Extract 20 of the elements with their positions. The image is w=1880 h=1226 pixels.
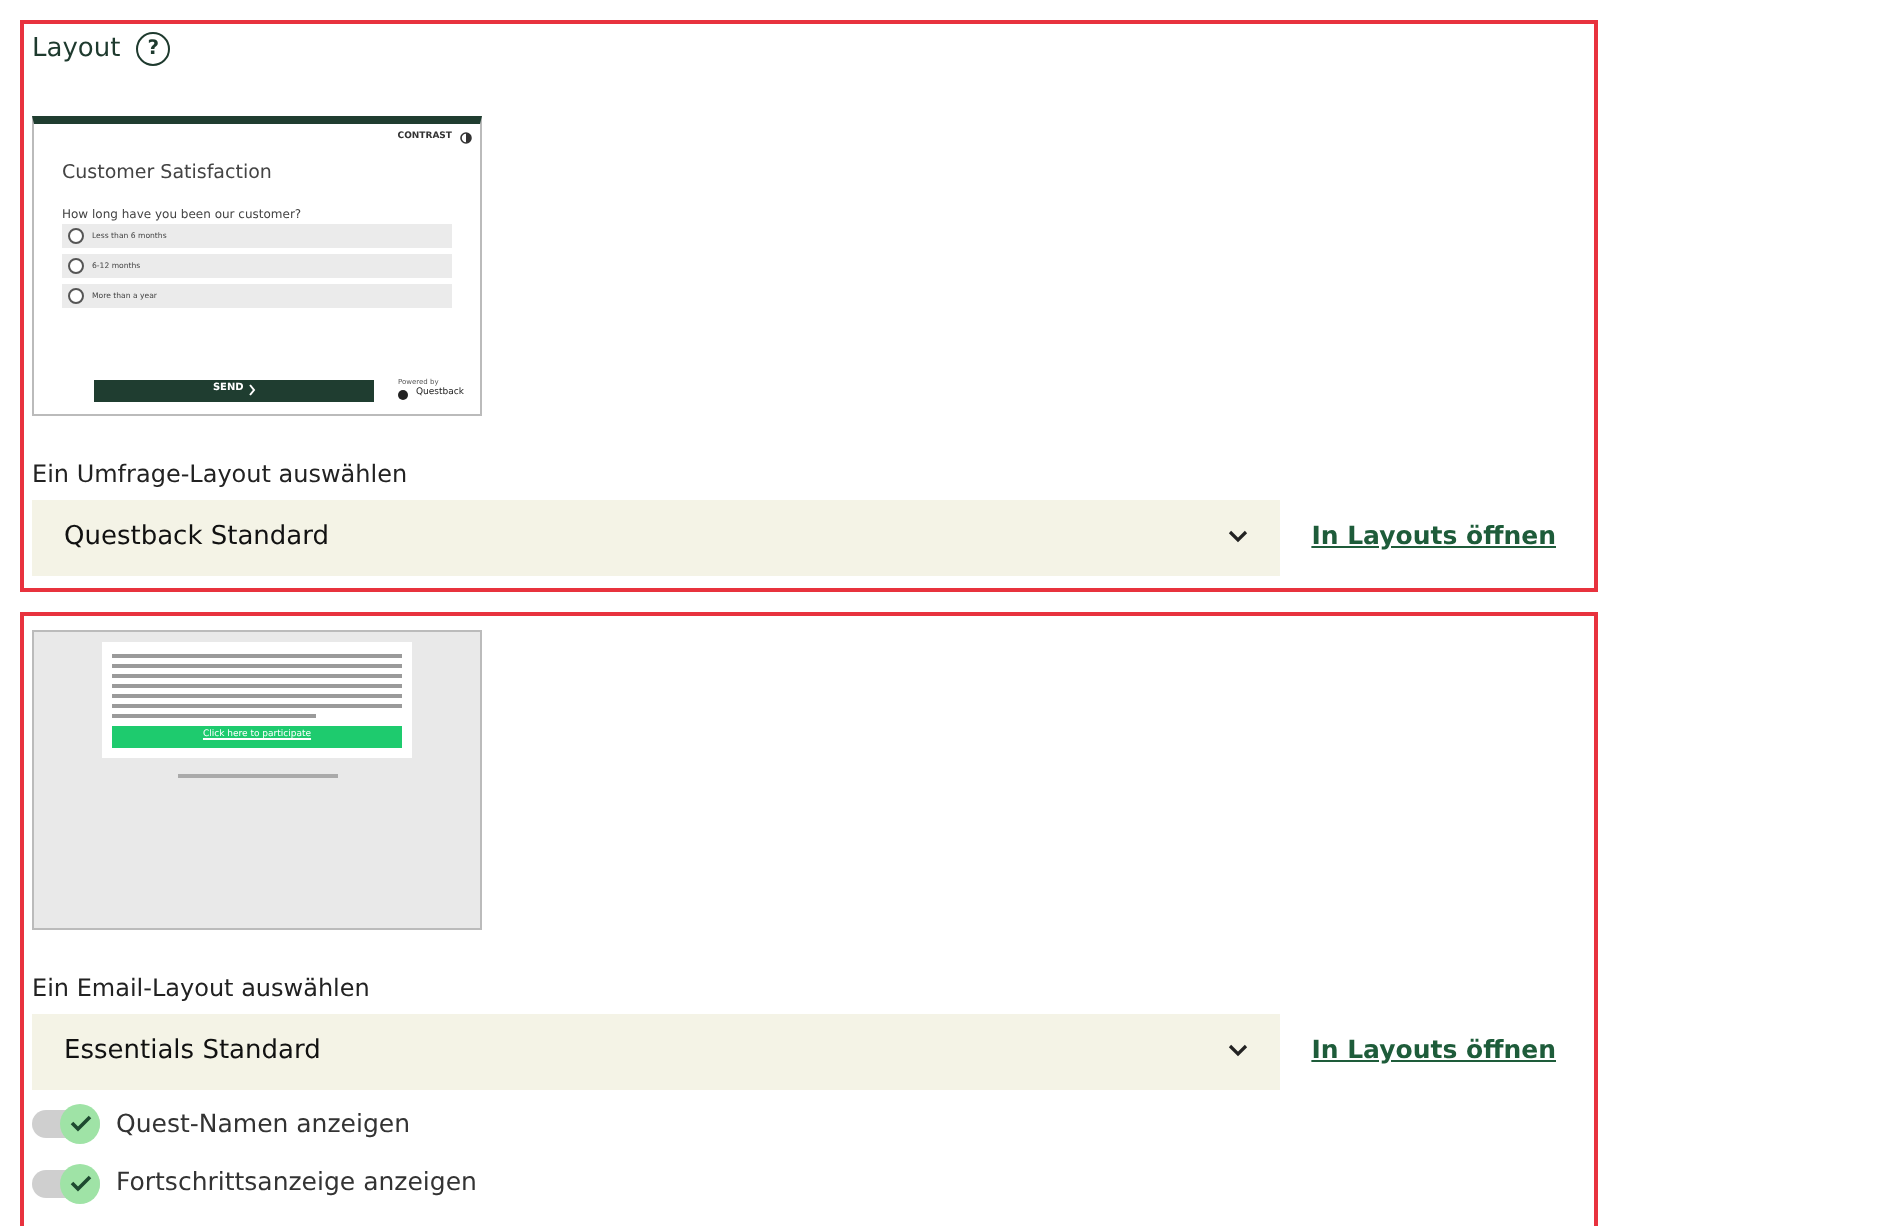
toggle-label: Fortschrittsanzeige anzeigen bbox=[116, 1164, 477, 1201]
section-title: Layout bbox=[32, 32, 121, 68]
open-in-layouts-link[interactable]: In Layouts öffnen bbox=[1311, 1032, 1556, 1070]
layout-dropdown[interactable]: Essentials Standard bbox=[32, 1013, 1280, 1089]
select-label: Ein Umfrage-Layout auswählen bbox=[32, 457, 410, 491]
check-icon bbox=[69, 1114, 91, 1133]
toggle-switch[interactable] bbox=[32, 1109, 100, 1138]
logo-icon bbox=[398, 389, 408, 400]
chevron-down-icon bbox=[1227, 1044, 1248, 1058]
survey-title: Customer Satisfaction bbox=[62, 160, 274, 189]
check-icon bbox=[69, 1174, 91, 1193]
chevron-right-icon bbox=[247, 384, 256, 396]
help-icon[interactable]: ? bbox=[136, 32, 171, 67]
toggle-switch[interactable] bbox=[32, 1169, 100, 1198]
open-in-layouts-link[interactable]: In Layouts öffnen bbox=[1311, 518, 1556, 556]
contrast-icon bbox=[460, 131, 472, 144]
chevron-down-icon bbox=[1227, 530, 1248, 544]
select-label: Ein Email-Layout auswählen bbox=[32, 971, 372, 1005]
toggle-label: Quest-Namen anzeigen bbox=[116, 1105, 411, 1142]
layout-dropdown[interactable]: Questback Standard bbox=[32, 499, 1280, 575]
